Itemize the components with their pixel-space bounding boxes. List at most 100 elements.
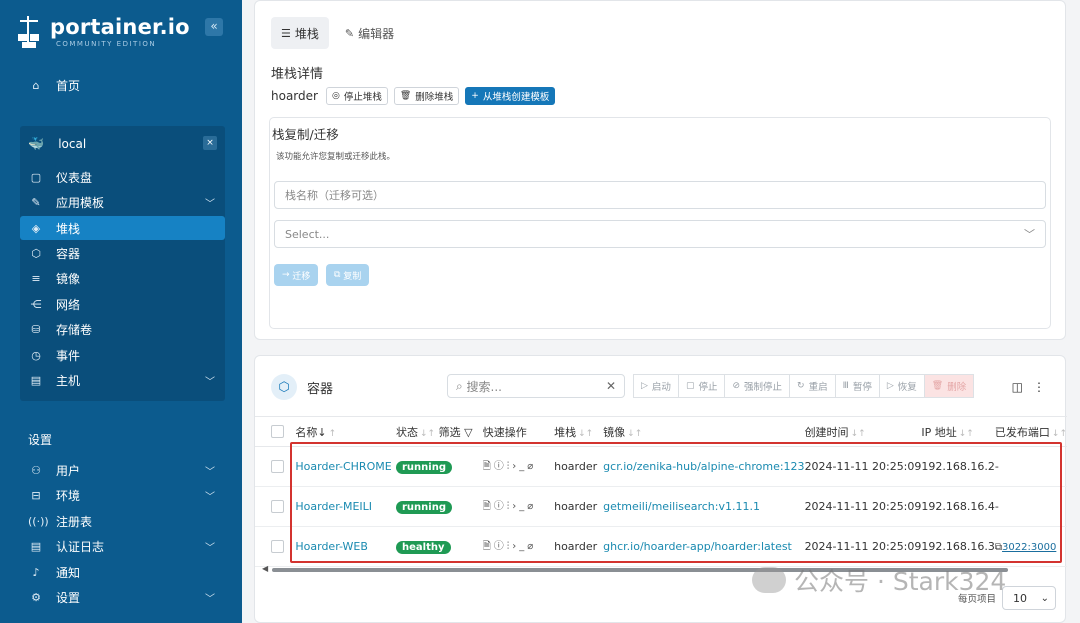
kill-button[interactable]: ⊘ 强制停止 xyxy=(724,374,791,398)
collapse-sidebar-button[interactable]: « xyxy=(205,18,223,36)
row-checkbox[interactable] xyxy=(271,500,284,514)
nav-icon: ((·)) xyxy=(28,514,49,528)
tab-stack[interactable]: ☰ 堆栈 xyxy=(271,17,329,49)
settings-item-5[interactable]: ⚙ 设置 ﹀ xyxy=(20,585,225,609)
kill-icon: ⊘ xyxy=(732,381,741,391)
close-environment-button[interactable]: × xyxy=(203,136,217,150)
row-checkbox[interactable] xyxy=(271,460,284,474)
image-link[interactable]: getmeili/meilisearch:v1.11.1 xyxy=(603,500,760,513)
image-link[interactable]: gcr.io/zenika-hub/alpine-chrome:123 xyxy=(603,460,804,473)
nav-icon: ⋲ xyxy=(30,297,42,311)
column-ip[interactable]: IP 地址 ↓↑ xyxy=(921,416,995,447)
settings-section-title: 设置 xyxy=(28,433,53,447)
sidebar-item-0[interactable]: ▢ 仪表盘 xyxy=(20,165,225,189)
chevron-down-icon: ﹀ xyxy=(205,593,215,605)
nav-icon: ♪ xyxy=(32,565,40,579)
more-vertical-icon[interactable]: ⋮ xyxy=(1033,380,1045,394)
nav-icon: ▤ xyxy=(30,539,42,553)
column-created[interactable]: 创建时间 ↓↑ xyxy=(804,416,922,447)
columns-icon[interactable]: ◫ xyxy=(1012,380,1023,394)
row-checkbox[interactable] xyxy=(271,540,284,554)
quick-actions-icons[interactable]: 🗎ⓘ⫶›_⌀ xyxy=(483,541,537,552)
select-all-checkbox[interactable] xyxy=(271,425,284,439)
copy-button[interactable]: ⧉ 复制 xyxy=(326,264,370,286)
migrate-button[interactable]: → 迁移 xyxy=(274,264,319,286)
chevron-down-icon: ﹀ xyxy=(205,198,215,210)
chevron-down-icon: ﹀ xyxy=(205,491,215,503)
button-label: 从堆栈创建模板 xyxy=(482,92,550,103)
stack-details-title: 堆栈详情 xyxy=(271,67,324,82)
restart-button[interactable]: ↻ 重启 xyxy=(789,374,836,398)
start-icon: ▷ xyxy=(641,381,648,391)
nav-icon: ⚙ xyxy=(31,590,41,604)
button-label: 启动 xyxy=(651,382,671,393)
sidebar-item-label: 镜像 xyxy=(56,271,81,286)
column-ports[interactable]: 已发布端口 ↓↑ xyxy=(994,416,1067,447)
sidebar-item-3[interactable]: ⬡ 容器 xyxy=(20,241,225,265)
resume-icon: ▷ xyxy=(886,381,894,391)
filter-icon[interactable]: ▽ xyxy=(464,426,472,439)
per-page-select[interactable]: 10 ⌄ xyxy=(1002,586,1057,610)
port-link[interactable]: 3022:3000 xyxy=(1002,542,1056,553)
image-link[interactable]: ghcr.io/hoarder-app/hoarder:latest xyxy=(603,540,792,553)
filter-label[interactable]: 筛选 xyxy=(439,426,461,439)
scroll-left-icon[interactable]: ◀ xyxy=(262,564,268,573)
tab-editor[interactable]: ✎ 编辑器 xyxy=(335,17,404,49)
column-image[interactable]: 镜像 ↓↑ xyxy=(603,416,805,447)
settings-item-2[interactable]: ((·)) 注册表 xyxy=(20,509,225,533)
sidebar-item-4[interactable]: ≡ 镜像 xyxy=(20,266,225,290)
container-name-link[interactable]: Hoarder-CHROME xyxy=(295,460,391,473)
chevron-down-icon: ﹀ xyxy=(205,466,215,478)
quick-actions-icons[interactable]: 🗎ⓘ⫶›_⌀ xyxy=(483,461,537,472)
resume-button[interactable]: ▷ 恢复 xyxy=(878,374,925,398)
sidebar-item-label: 用户 xyxy=(56,463,81,478)
delete-stack-button[interactable]: 🗑 删除堆栈 xyxy=(393,87,460,105)
settings-item-1[interactable]: ⊟ 环境 ﹀ xyxy=(20,483,225,507)
sidebar-item-1[interactable]: ✎ 应用模板 ﹀ xyxy=(20,190,225,214)
environment-select[interactable]: Select... ﹀ xyxy=(274,220,1046,248)
restart-icon: ↻ xyxy=(797,381,805,391)
container-name-link[interactable]: Hoarder-WEB xyxy=(295,540,368,553)
migrate-description: 该功能允许您复制或迁移此栈。 xyxy=(276,152,396,162)
stack-name-input[interactable]: 栈名称（迁移可选） xyxy=(274,181,1046,209)
nav-icon: ⬡ xyxy=(31,246,41,260)
container-name-link[interactable]: Hoarder-MEILI xyxy=(295,500,372,513)
create-template-button[interactable]: + 从堆栈创建模板 xyxy=(465,87,556,105)
clear-search-icon[interactable]: ✕ xyxy=(606,379,616,393)
sidebar-item-6[interactable]: ⛁ 存储卷 xyxy=(20,317,225,341)
nav-icon: ▢ xyxy=(30,170,42,184)
column-state[interactable]: 状态 ↓↑ 筛选 ▽ xyxy=(396,416,483,447)
pause-button[interactable]: Ⅲ 暂停 xyxy=(834,374,880,398)
sidebar-item-7[interactable]: ◷ 事件 xyxy=(20,343,225,367)
button-label: 恢复 xyxy=(897,382,917,393)
stop-button[interactable]: ▢ 停止 xyxy=(677,374,726,398)
sidebar-item-8[interactable]: ▤ 主机 ﹀ xyxy=(20,368,225,392)
sidebar-item-label: 通知 xyxy=(56,565,81,580)
table-row: Hoarder-MEILI running 🗎ⓘ⫶›_⌀ hoarder get… xyxy=(255,486,1067,527)
settings-item-0[interactable]: ⚇ 用户 ﹀ xyxy=(20,458,225,482)
stack-migrate-panel: 栈复制/迁移 该功能允许您复制或迁移此栈。 栈名称（迁移可选） Select..… xyxy=(269,117,1051,329)
environment-header[interactable]: 🐳 local × xyxy=(28,134,217,154)
search-input[interactable]: ⌕ 搜索... ✕ xyxy=(447,374,625,398)
column-name[interactable]: 名称↓ ↑ xyxy=(295,416,396,447)
stop-stack-button[interactable]: ◎ 停止堆栈 xyxy=(325,87,388,105)
list-icon: ☰ xyxy=(281,26,291,40)
sidebar-item-2[interactable]: ◈ 堆栈 xyxy=(20,216,225,240)
button-label: 重启 xyxy=(808,382,828,393)
column-label: IP 地址 xyxy=(921,425,957,439)
sidebar-item-home[interactable]: ⌂ 首页 xyxy=(20,73,225,97)
nav-icon: ⊟ xyxy=(31,488,41,502)
sidebar-item-5[interactable]: ⋲ 网络 xyxy=(20,292,225,316)
remove-button[interactable]: 🗑 删除 xyxy=(923,374,975,398)
quick-actions-icons[interactable]: 🗎ⓘ⫶›_⌀ xyxy=(483,501,537,512)
column-stack[interactable]: 堆栈 ↓↑ xyxy=(554,416,604,447)
sidebar-item-label: 堆栈 xyxy=(56,221,81,236)
button-label: 复制 xyxy=(343,271,362,282)
status-badge: running xyxy=(396,500,452,514)
settings-item-4[interactable]: ♪ 通知 xyxy=(20,560,225,584)
per-page-value: 10 xyxy=(1013,591,1028,605)
settings-item-3[interactable]: ▤ 认证日志 ﹀ xyxy=(20,534,225,558)
start-button[interactable]: ▷ 启动 xyxy=(633,374,679,398)
column-label: 堆栈 xyxy=(554,425,577,439)
portainer-logo[interactable]: portainer.io COMMUNITY EDITION xyxy=(18,14,190,50)
